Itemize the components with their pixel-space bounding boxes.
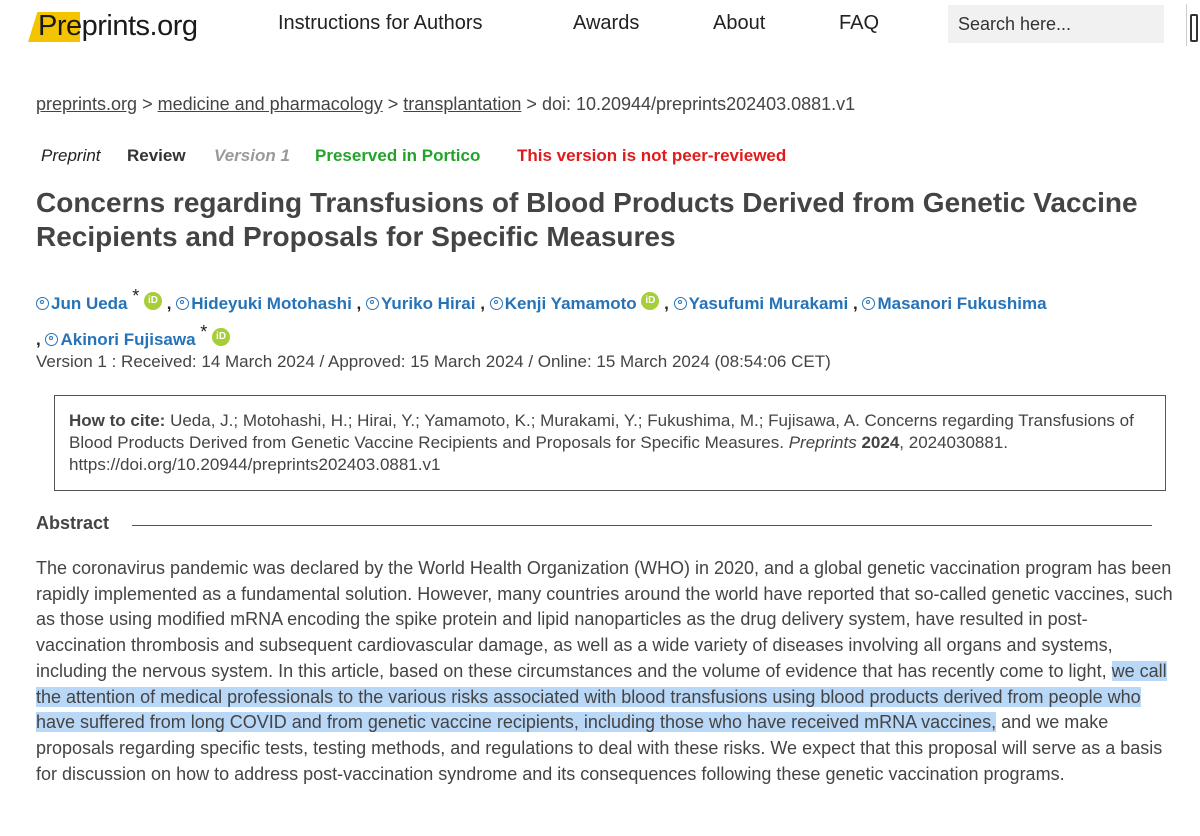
author-link[interactable]: Yasufumi Murakami — [673, 294, 849, 313]
author-separator: , — [166, 294, 172, 313]
author-separator: , — [480, 294, 485, 313]
author-separator: , — [356, 294, 362, 313]
tag-not-peer-reviewed: This version is not peer-reviewed — [517, 146, 787, 165]
abstract-text-start: The coronavirus pandemic was declared by… — [36, 558, 1173, 681]
author-icon — [862, 297, 876, 310]
abstract-heading: Abstract — [36, 513, 110, 533]
author-name: Yasufumi Murakami — [688, 294, 849, 313]
breadcrumb-separator: > — [387, 94, 399, 114]
article-title: Concerns regarding Transfusions of Blood… — [36, 187, 1138, 252]
tag-portico: Preserved in Portico — [315, 146, 481, 165]
orcid-icon[interactable]: iD — [641, 292, 660, 310]
cite-label: How to cite: — [69, 411, 166, 430]
author-icon — [489, 297, 503, 310]
author-separator: , — [36, 330, 41, 349]
author-link[interactable]: Yuriko Hirai — [366, 294, 475, 313]
nav-faq[interactable]: FAQ — [839, 12, 879, 35]
author-name: Yuriko Hirai — [381, 294, 476, 313]
author-icon — [366, 297, 379, 310]
abstract-divider — [132, 525, 1152, 526]
nav-instructions-for-authors[interactable]: Instructions for Authors — [278, 12, 483, 35]
author-icon — [673, 297, 687, 310]
author-list: Jun Ueda * iD , Hideyuki Motohashi , Yur… — [36, 282, 1176, 354]
tag-version: Version 1 — [214, 146, 290, 165]
breadcrumb-transplantation[interactable]: transplantation — [403, 94, 521, 114]
orcid-icon[interactable]: iD — [144, 292, 163, 310]
logo-pre: Pre — [38, 10, 82, 42]
author-name: Masanori Fukushima — [877, 294, 1047, 313]
author-icon — [36, 297, 49, 310]
breadcrumb-separator: > — [142, 94, 153, 114]
logo-rest: prints.org — [81, 10, 198, 42]
citation-box: How to cite: Ueda, J.; Motohashi, H.; Hi… — [54, 395, 1166, 491]
author-icon — [176, 297, 190, 310]
author-name: Hideyuki Motohashi — [191, 294, 352, 313]
author-separator: , — [852, 294, 858, 313]
author-link[interactable]: Jun Ueda — [36, 294, 128, 313]
author-name: Akinori Fujisawa — [60, 330, 196, 349]
cite-year: 2024 — [861, 433, 900, 452]
author-link[interactable]: Hideyuki Motohashi — [176, 294, 352, 313]
cite-journal: Preprints — [788, 433, 857, 452]
author-icon — [45, 333, 59, 346]
logo-text: Preprints.org — [38, 10, 198, 43]
author-separator: , — [664, 294, 669, 313]
orcid-icon[interactable]: iD — [212, 328, 231, 346]
tag-preprint: Preprint — [41, 146, 101, 165]
author-link[interactable]: Masanori Fukushima — [862, 294, 1047, 313]
tag-review: Review — [127, 146, 186, 165]
breadcrumb: preprints.org > medicine and pharmacolog… — [36, 94, 855, 115]
breadcrumb-doi: doi: 10.20944/preprints202403.0881.v1 — [541, 94, 856, 114]
breadcrumb-separator: > — [526, 94, 537, 114]
version-dates: Version 1 : Received: 14 March 2024 / Ap… — [36, 352, 831, 371]
author-link[interactable]: Kenji Yamamoto — [489, 294, 637, 313]
breadcrumb-home[interactable]: preprints.org — [36, 94, 137, 114]
author-name: Kenji Yamamoto — [504, 294, 637, 313]
scrollbar-thumb[interactable] — [1190, 14, 1198, 42]
abstract-text: The coronavirus pandemic was declared by… — [36, 556, 1176, 787]
breadcrumb-medicine[interactable]: medicine and pharmacology — [158, 94, 383, 114]
nav-about[interactable]: About — [713, 12, 765, 35]
corresponding-star: * — [200, 322, 208, 342]
author-name: Jun Ueda — [51, 294, 128, 313]
site-header: Preprints.org Instructions for Authors A… — [0, 0, 1200, 52]
search-input[interactable] — [948, 5, 1164, 43]
corresponding-star: * — [132, 286, 140, 306]
nav-awards[interactable]: Awards — [573, 12, 639, 35]
author-link[interactable]: Akinori Fujisawa — [45, 330, 196, 349]
